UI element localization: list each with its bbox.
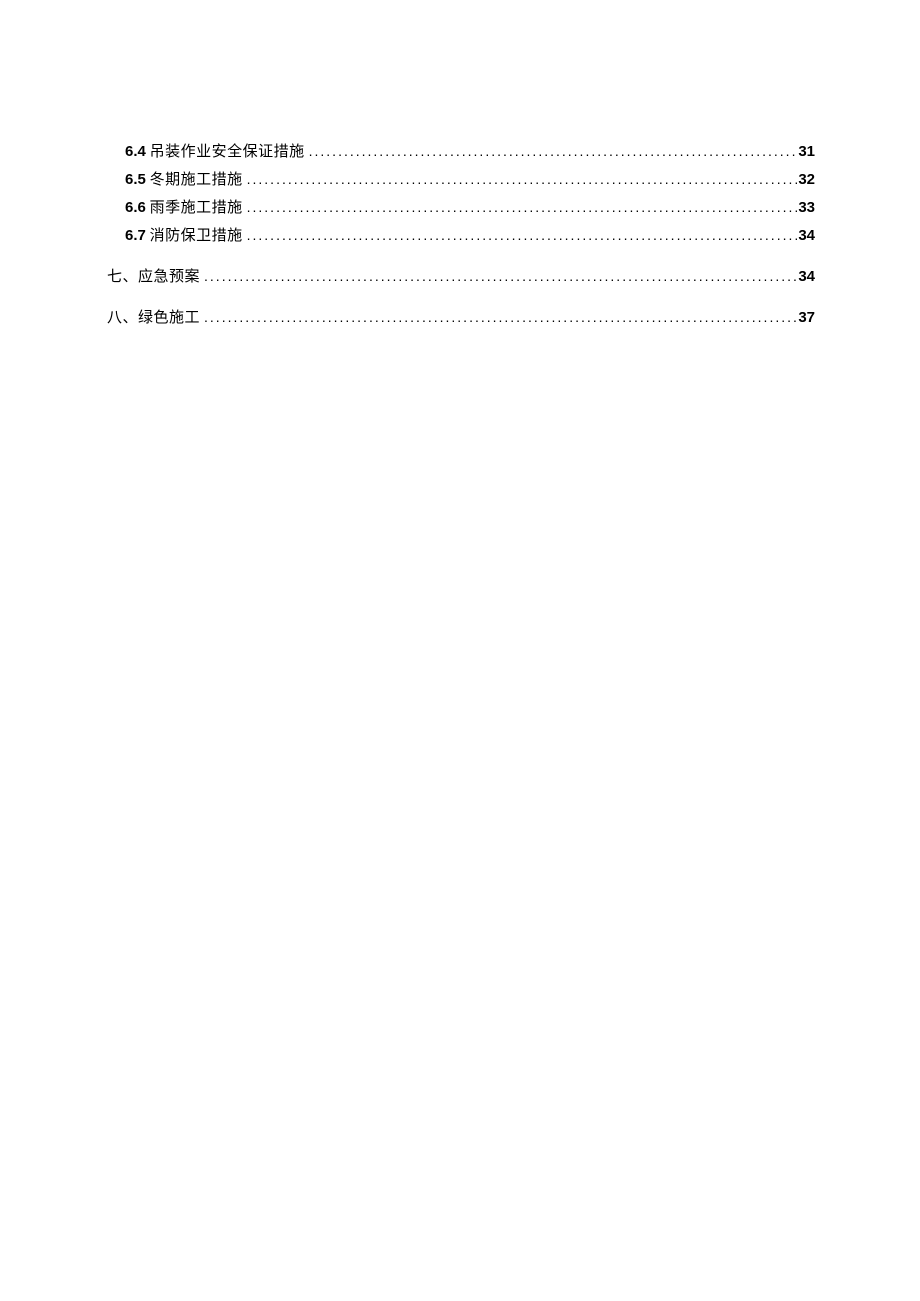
- toc-entry: 6.7 消防保卫措施 34: [107, 222, 815, 249]
- toc-entry-title: 应急预案: [138, 269, 200, 285]
- toc-leader-dots: [243, 166, 799, 192]
- toc-entry-number: 八、: [107, 310, 138, 326]
- toc-entry: 6.5 冬期施工措施 32: [107, 166, 815, 193]
- toc-page-number: 34: [798, 223, 815, 249]
- toc-label: 八、绿色施工: [107, 305, 200, 331]
- toc-page-number: 34: [798, 264, 815, 290]
- toc-entry: 八、绿色施工 37: [107, 304, 815, 331]
- toc-label: 6.6 雨季施工措施: [125, 195, 243, 221]
- toc-leader-dots: [243, 222, 799, 248]
- toc-entry-title: 雨季施工措施: [150, 200, 243, 216]
- toc-leader-dots: [305, 138, 799, 164]
- toc-entry-title: 消防保卫措施: [150, 228, 243, 244]
- toc-entry-title: 冬期施工措施: [150, 172, 243, 188]
- table-of-contents: 6.4 吊装作业安全保证措施 31 6.5 冬期施工措施 32 6.6 雨季施工…: [107, 138, 815, 332]
- toc-page-number: 33: [798, 195, 815, 221]
- toc-page-number: 32: [798, 167, 815, 193]
- toc-entry-number: 6.6: [125, 199, 146, 216]
- toc-entry-number: 6.7: [125, 227, 146, 244]
- toc-entry-title: 绿色施工: [138, 310, 200, 326]
- toc-entry: 6.6 雨季施工措施 33: [107, 194, 815, 221]
- toc-leader-dots: [200, 304, 798, 330]
- toc-label: 6.5 冬期施工措施: [125, 167, 243, 193]
- toc-entry-title: 吊装作业安全保证措施: [150, 144, 305, 160]
- toc-leader-dots: [243, 194, 799, 220]
- toc-leader-dots: [200, 263, 798, 289]
- toc-page-number: 31: [798, 139, 815, 165]
- toc-label: 6.4 吊装作业安全保证措施: [125, 139, 305, 165]
- toc-entry-number: 6.4: [125, 143, 146, 160]
- toc-label: 6.7 消防保卫措施: [125, 223, 243, 249]
- toc-entry: 6.4 吊装作业安全保证措施 31: [107, 138, 815, 165]
- toc-page-number: 37: [798, 305, 815, 331]
- toc-label: 七、应急预案: [107, 264, 200, 290]
- toc-entry-number: 七、: [107, 269, 138, 285]
- toc-entry-number: 6.5: [125, 171, 146, 188]
- toc-entry: 七、应急预案 34: [107, 263, 815, 290]
- document-page: 6.4 吊装作业安全保证措施 31 6.5 冬期施工措施 32 6.6 雨季施工…: [0, 0, 920, 1301]
